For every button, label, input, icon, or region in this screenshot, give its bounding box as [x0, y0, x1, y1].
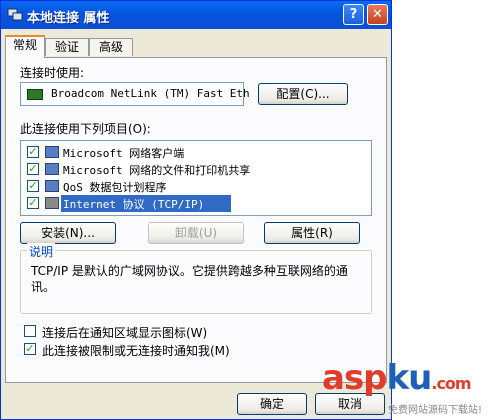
tab-authentication[interactable]: 验证	[45, 38, 89, 56]
list-item-selected[interactable]: ✓ Internet 协议 (TCP/IP)	[21, 195, 371, 212]
description-group: 说明 TCP/IP 是默认的广域网协议。它提供跨越多种互联网络的通讯。	[20, 243, 372, 314]
watermark-brand-accent: ku	[386, 358, 433, 398]
general-panel: 连接时使用: Broadcom NetLink (TM) Fast Eth 配置…	[5, 57, 387, 383]
item-checkbox[interactable]: ✓	[27, 197, 39, 209]
uninstall-button[interactable]: 卸载(U)	[148, 222, 244, 244]
adapter-field: Broadcom NetLink (TM) Fast Eth	[20, 82, 250, 106]
list-item[interactable]: ✓ Microsoft 网络的文件和打印机共享	[21, 161, 371, 178]
components-list[interactable]: ✓ Microsoft 网络客户端 ✓ Microsoft 网络的文件和打印机共…	[20, 140, 372, 216]
ok-button[interactable]: 确定	[237, 393, 307, 415]
network-connection-icon	[7, 8, 23, 21]
properties-window: 本地连接 属性 ? ✕ 常规 验证 高级 连接时使用: Broadcom Net…	[0, 0, 392, 420]
item-label: Microsoft 网络的文件和打印机共享	[63, 164, 251, 177]
watermark-brand-suffix: .com	[431, 374, 471, 393]
items-label: 此连接使用下列项目(O):	[20, 122, 151, 136]
show-icon-label: 连接后在通知区域显示图标(W)	[42, 326, 208, 340]
item-checkbox[interactable]: ✓	[27, 180, 39, 192]
protocol-icon	[45, 197, 59, 209]
watermark-brand: asp	[322, 358, 388, 398]
item-label: Internet 协议 (TCP/IP)	[63, 198, 205, 211]
qos-scheduler-icon	[45, 180, 59, 192]
list-item[interactable]: ✓ Microsoft 网络客户端	[21, 144, 371, 161]
list-item[interactable]: ✓ QoS 数据包计划程序	[21, 178, 371, 195]
title-bar[interactable]: 本地连接 属性 ? ✕	[1, 1, 391, 29]
properties-button[interactable]: 属性(R)	[264, 222, 360, 244]
adapter-name: Broadcom NetLink (TM) Fast Eth	[51, 87, 250, 100]
item-checkbox[interactable]: ✓	[27, 146, 39, 158]
watermark-subtitle: 免费网站源码下载站!	[388, 405, 483, 416]
help-button[interactable]: ?	[343, 4, 364, 25]
window-title: 本地连接 属性	[27, 11, 110, 26]
notify-label: 此连接被限制或无连接时通知我(M)	[42, 344, 230, 358]
description-text: TCP/IP 是默认的广域网协议。它提供跨越多种互联网络的通讯。	[31, 264, 348, 294]
notify-checkbox[interactable]: ✓	[24, 343, 36, 355]
item-label: Microsoft 网络客户端	[63, 147, 185, 160]
network-client-icon	[45, 146, 59, 158]
show-icon-checkbox[interactable]	[24, 325, 36, 337]
network-adapter-icon	[27, 89, 43, 100]
close-button[interactable]: ✕	[367, 4, 388, 25]
configure-button[interactable]: 配置(C)...	[258, 83, 348, 105]
connect-using-label: 连接时使用:	[20, 66, 85, 80]
description-title: 说明	[27, 243, 56, 260]
tab-general[interactable]: 常规	[5, 35, 45, 58]
tab-advanced[interactable]: 高级	[89, 38, 133, 56]
file-printer-sharing-icon	[45, 163, 59, 175]
install-button[interactable]: 安装(N)...	[20, 222, 116, 244]
item-checkbox[interactable]: ✓	[27, 163, 39, 175]
item-label: QoS 数据包计划程序	[63, 181, 167, 194]
